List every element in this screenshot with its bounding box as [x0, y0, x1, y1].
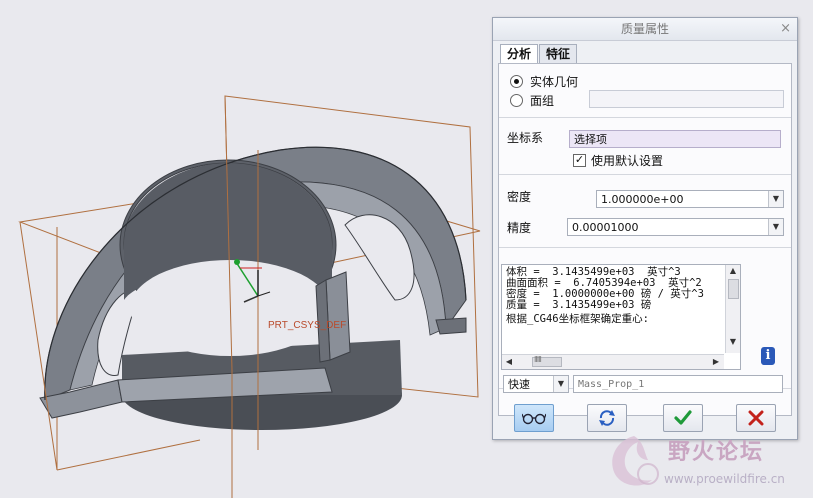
info-icon[interactable]: i [761, 347, 775, 365]
divider [499, 174, 791, 175]
csys-label: PRT_CSYS_DEF [268, 320, 347, 331]
part-model-drawing [18, 95, 481, 498]
analysis-panel: 实体几何 面组 坐标系 选择项 ✓ 使用默认设置 密度 1.000000e+00… [498, 63, 792, 416]
quilt-collector [589, 90, 784, 108]
x-icon [748, 410, 764, 426]
results-text: 体积 = 3.1435499e+03 英寸^3 曲面面积 = 6.7405394e… [506, 267, 704, 325]
radio-solid-geometry[interactable]: 实体几何 [510, 73, 578, 90]
divider [499, 247, 791, 248]
tab-strip: 分析 特征 [500, 44, 578, 64]
scroll-down-icon[interactable]: ▼ [727, 337, 739, 346]
glasses-icon [522, 413, 546, 425]
result-line: 质量 = 3.1435499e+03 磅 [506, 299, 652, 311]
quick-mode-dropdown[interactable]: 快速 ▼ [503, 375, 569, 393]
scroll-grip: IIIII [534, 355, 542, 364]
repeat-icon [599, 410, 615, 426]
density-value: 1.000000e+00 [601, 193, 684, 206]
tab-features[interactable]: 特征 [539, 44, 578, 63]
density-input[interactable]: 1.000000e+00 ▼ [596, 190, 784, 208]
use-default-checkbox[interactable]: ✓ 使用默认设置 [573, 152, 663, 169]
radio-button-selected[interactable] [510, 75, 523, 88]
accuracy-value: 0.00001000 [572, 221, 639, 234]
density-label: 密度 [507, 190, 532, 204]
scroll-left-icon[interactable]: ◀ [503, 357, 515, 366]
preview-button[interactable] [514, 404, 554, 432]
watermark-title: 野火论坛 [668, 440, 765, 465]
close-icon[interactable]: × [780, 18, 791, 40]
scroll-right-icon[interactable]: ▶ [710, 357, 722, 366]
csys-label: 坐标系 [507, 131, 544, 145]
watermark-url: www.proewildfire.cn [664, 472, 785, 486]
scroll-up-icon[interactable]: ▲ [727, 266, 739, 275]
dialog-title: 质量属性 [620, 22, 669, 36]
radio-button[interactable] [510, 94, 523, 107]
chevron-down-icon[interactable]: ▼ [768, 191, 783, 207]
dialog-titlebar[interactable]: 质量属性 × [493, 18, 797, 41]
checkmark-icon [674, 410, 692, 425]
forum-watermark: 野火论坛 www.proewildfire.cn [604, 428, 809, 496]
chevron-down-icon[interactable]: ▼ [768, 219, 783, 235]
analysis-name-input[interactable]: Mass_Prop_1 [573, 375, 783, 393]
quick-mode-value: 快速 [508, 378, 530, 391]
horizontal-scrollbar[interactable]: ◀ IIIII ▶ [502, 354, 724, 369]
radio-label: 面组 [530, 94, 555, 108]
accuracy-input[interactable]: 0.00001000 ▼ [567, 218, 784, 236]
checkbox-label: 使用默认设置 [591, 154, 664, 168]
radio-quilt[interactable]: 面组 [510, 92, 554, 109]
result-line: 根据_CG46坐标框架确定重心: [506, 313, 649, 325]
results-text-area[interactable]: 体积 = 3.1435499e+03 英寸^3 曲面面积 = 6.7405394e… [501, 264, 741, 370]
scroll-thumb[interactable] [728, 279, 739, 299]
csys-collector[interactable]: 选择项 [569, 130, 781, 148]
flame-logo-icon [612, 436, 659, 486]
checkbox[interactable]: ✓ [573, 154, 586, 167]
vertical-scrollbar[interactable]: ▲ ▼ [725, 265, 740, 353]
mass-properties-dialog: 质量属性 × 分析 特征 实体几何 面组 坐标系 选择项 ✓ 使用默认设置 密度… [492, 17, 798, 440]
radio-label: 实体几何 [530, 75, 579, 89]
chevron-down-icon[interactable]: ▼ [553, 376, 568, 392]
accuracy-label: 精度 [507, 221, 532, 235]
divider [499, 117, 791, 118]
tab-analysis[interactable]: 分析 [500, 44, 539, 64]
